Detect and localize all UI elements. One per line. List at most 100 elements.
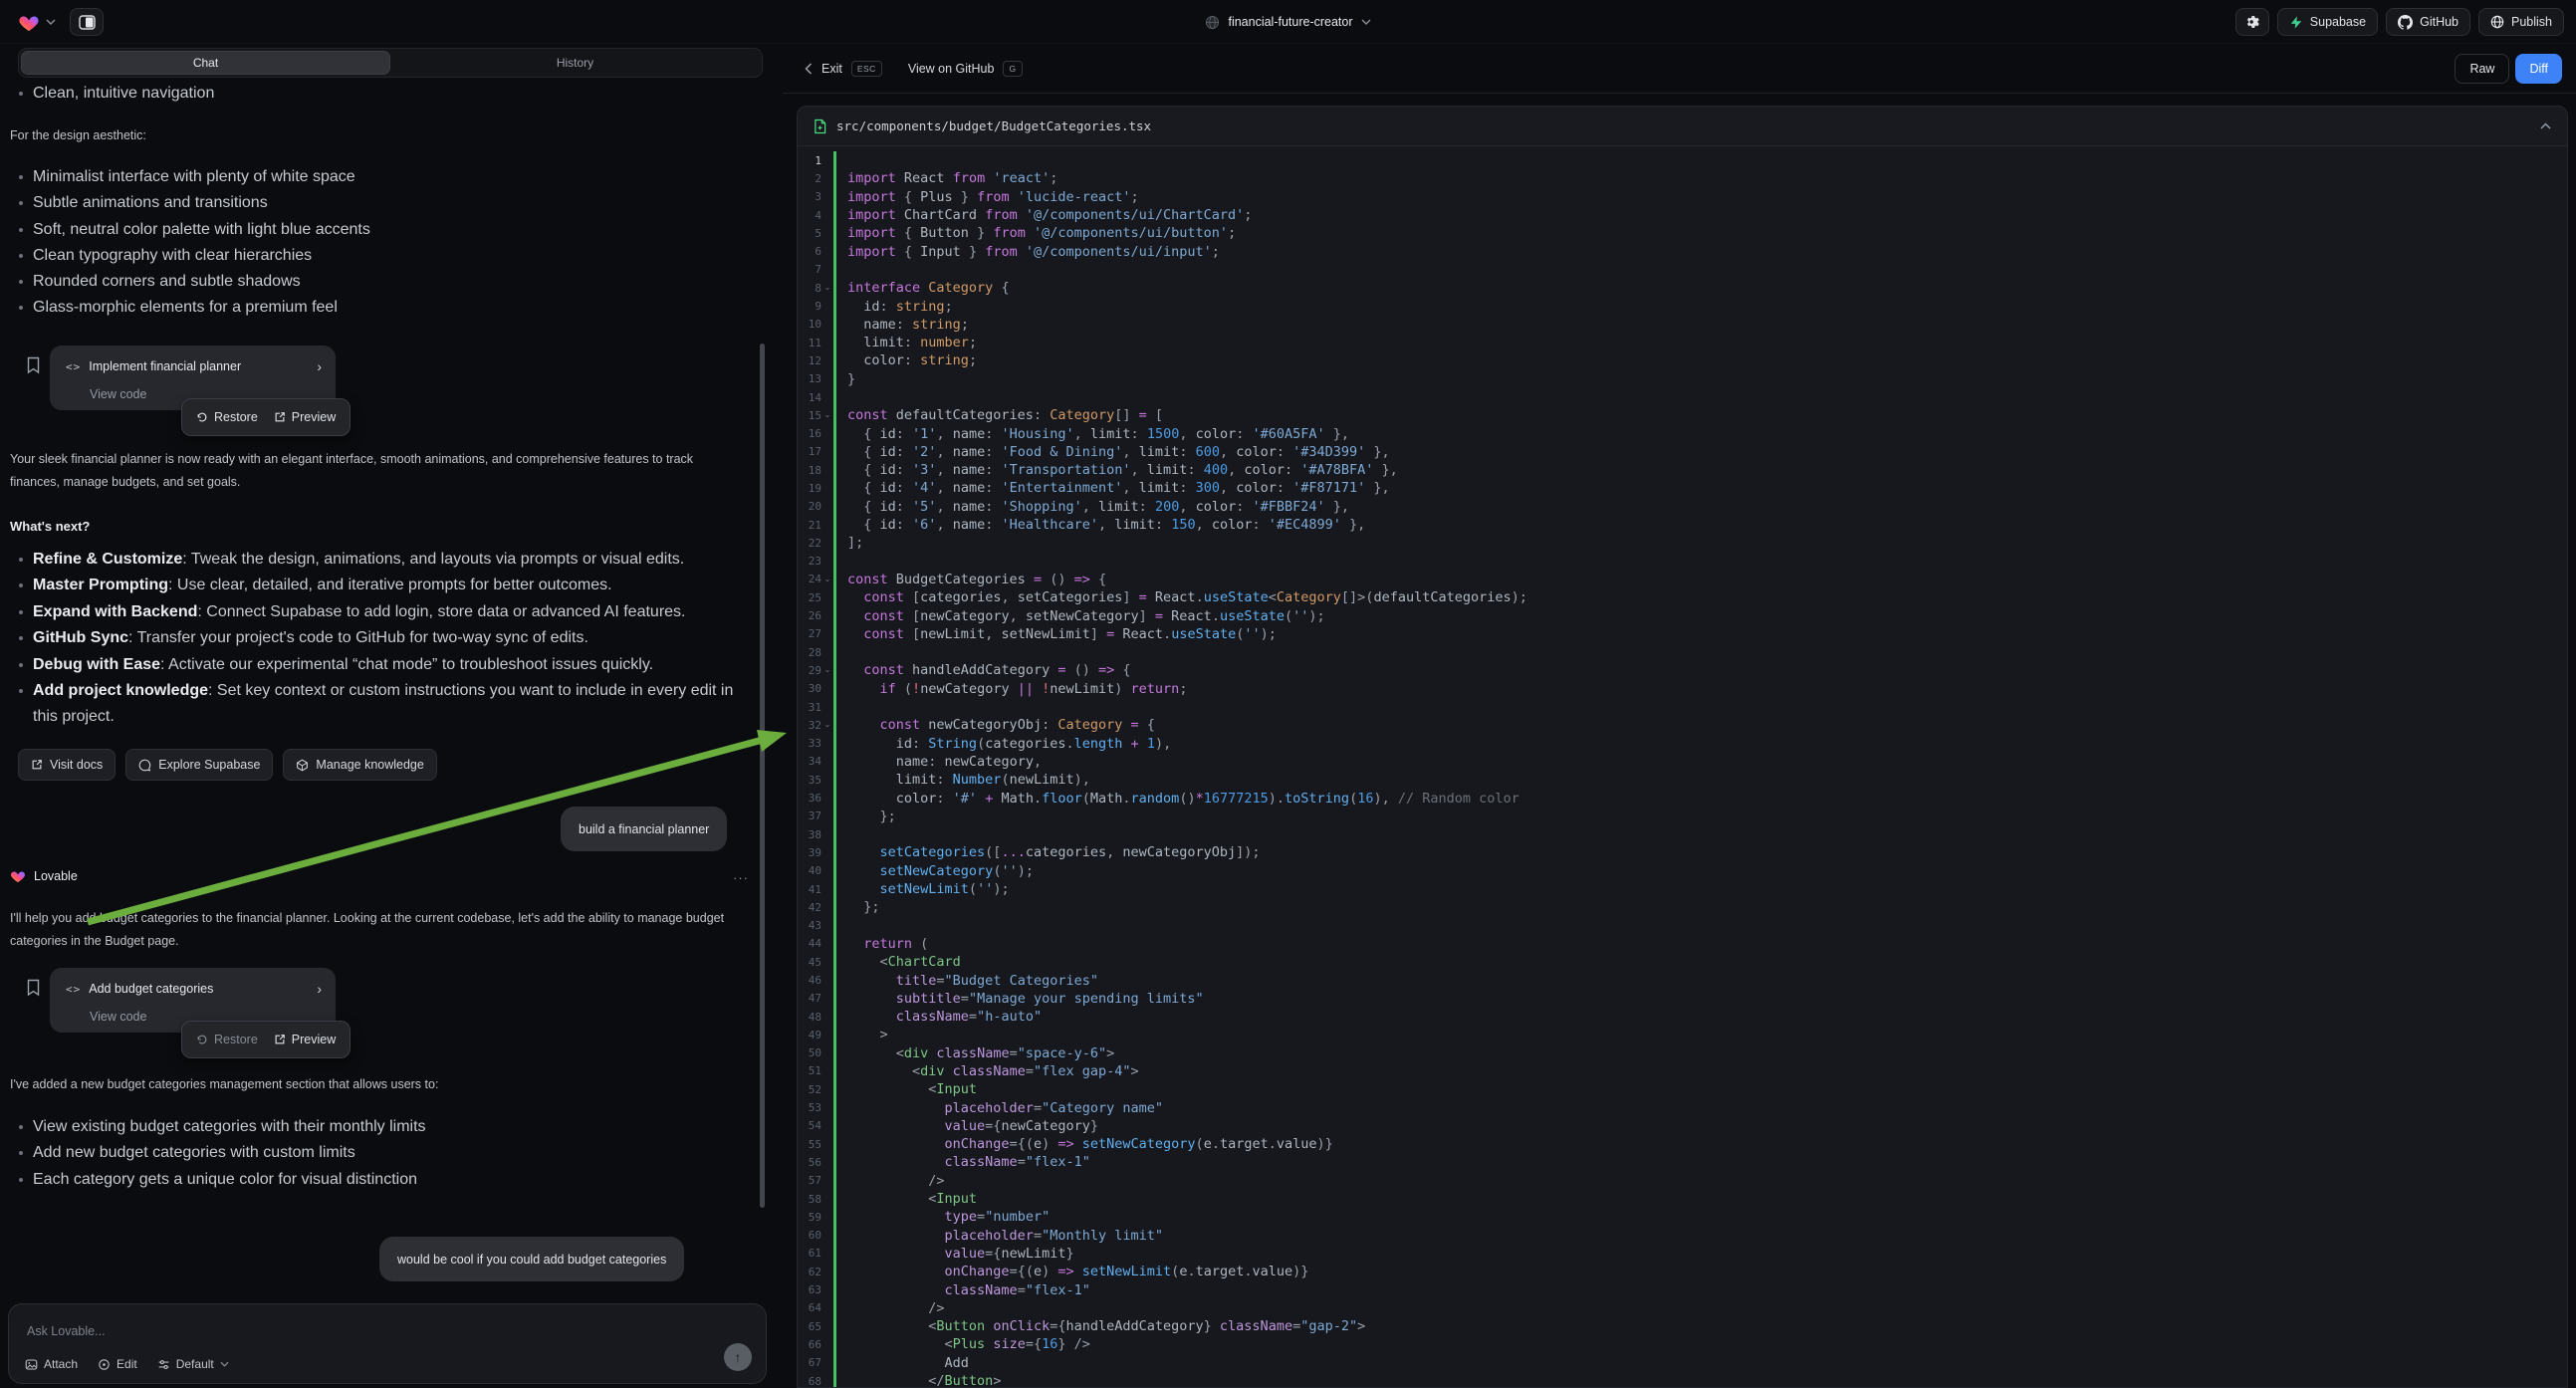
list-item: Add project knowledge: Set key context o… <box>10 678 739 730</box>
code-view-header: Exit ESC View on GitHub G Raw Diff <box>783 44 2576 94</box>
diff-added-bar <box>833 588 836 606</box>
code-line: 18 { id: '3', name: 'Transportation', li… <box>798 461 2567 479</box>
diff-toggle-button[interactable]: Diff <box>2515 54 2562 84</box>
diff-added-bar <box>833 1317 836 1335</box>
chevron-left-icon <box>805 63 813 75</box>
code-line: 17 { id: '2', name: 'Food & Dining', lim… <box>798 443 2567 461</box>
code-line: 50 <div className="space-y-6"> <box>798 1044 2567 1062</box>
exit-button[interactable]: Exit <box>821 62 842 76</box>
diff-added-bar <box>833 990 836 1008</box>
diff-added-bar <box>833 680 836 698</box>
diff-added-bar <box>833 1354 836 1372</box>
assistant-paragraph: I'll help you add budget categories to t… <box>10 907 749 953</box>
chat-scrollbar[interactable] <box>760 344 765 1208</box>
assistant-name: Lovable <box>34 869 78 883</box>
code-line: 2import React from 'react'; <box>798 169 2567 187</box>
version-title: Implement financial planner <box>89 359 309 373</box>
code-line: 56 className="flex-1" <box>798 1153 2567 1171</box>
code-line: 21 { id: '6', name: 'Healthcare', limit:… <box>798 516 2567 534</box>
diff-added-bar <box>833 334 836 351</box>
project-chevron-icon[interactable] <box>1361 19 1371 25</box>
code-line: 65 <Button onClick={handleAddCategory} c… <box>798 1317 2567 1335</box>
diff-added-bar <box>833 516 836 534</box>
code-line: 10 name: string; <box>798 316 2567 334</box>
bookmark-icon[interactable] <box>26 356 41 374</box>
diff-added-bar <box>833 771 836 789</box>
diff-added-bar <box>833 316 836 334</box>
external-link-icon <box>31 759 43 771</box>
code-line: 66 <Plus size={16} /> <box>798 1335 2567 1353</box>
code-line: 45 <ChartCard <box>798 953 2567 971</box>
mode-selector[interactable]: Default <box>157 1357 229 1371</box>
diff-added-bar <box>833 1153 836 1171</box>
view-on-github-button[interactable]: View on GitHub <box>908 62 995 76</box>
collapse-chevron-up-icon[interactable] <box>2540 122 2551 129</box>
code-line: 24⌄const BudgetCategories = () => { <box>798 571 2567 588</box>
chevron-down-icon <box>220 1361 229 1367</box>
code-line: 37 }; <box>798 808 2567 825</box>
diff-added-bar <box>833 916 836 934</box>
tab-history[interactable]: History <box>390 51 760 75</box>
publish-button[interactable]: Publish <box>2478 8 2564 36</box>
chevron-right-icon[interactable]: › <box>317 981 322 997</box>
preview-button[interactable]: Preview <box>274 1033 336 1046</box>
list-item: Clean, intuitive navigation <box>10 86 747 101</box>
code-line: 16 { id: '1', name: 'Housing', limit: 15… <box>798 424 2567 442</box>
chat-input-box[interactable]: Ask Lovable... Attach Edit Default ↑ <box>8 1303 767 1384</box>
code-line: 19 { id: '4', name: 'Entertainment', lim… <box>798 479 2567 497</box>
diff-added-bar <box>833 242 836 260</box>
settings-button[interactable] <box>2235 8 2269 36</box>
code-line: 9 id: string; <box>798 297 2567 315</box>
supabase-bolt-icon <box>2289 15 2303 30</box>
whats-next-heading: What's next? <box>10 519 755 534</box>
manage-knowledge-button[interactable]: Manage knowledge <box>283 749 436 781</box>
restore-button[interactable]: Restore <box>196 410 258 424</box>
diff-added-bar <box>833 625 836 643</box>
send-button[interactable]: ↑ <box>724 1343 752 1371</box>
fold-chevron-icon: ⌄ <box>821 279 833 297</box>
chevron-right-icon[interactable]: › <box>317 358 322 374</box>
code-line: 7 <box>798 261 2567 279</box>
message-more-button[interactable]: ··· <box>733 870 749 885</box>
code-line: 31 <box>798 698 2567 716</box>
diff-added-bar <box>833 351 836 369</box>
restore-button[interactable]: Restore <box>196 1033 258 1046</box>
preview-button[interactable]: Preview <box>274 410 336 424</box>
code-line: 58 <Input <box>798 1190 2567 1208</box>
code-line: 57 /> <box>798 1172 2567 1190</box>
code-editor[interactable]: 12import React from 'react';3import { Pl… <box>798 146 2567 1388</box>
fold-chevron-icon: ⌄ <box>821 661 833 679</box>
file-header[interactable]: src/components/budget/BudgetCategories.t… <box>798 107 2567 146</box>
code-line: 35 limit: Number(newLimit), <box>798 771 2567 789</box>
edit-button[interactable]: Edit <box>98 1357 137 1371</box>
raw-toggle-button[interactable]: Raw <box>2455 54 2509 84</box>
external-link-icon <box>274 411 286 423</box>
supabase-button[interactable]: Supabase <box>2277 8 2378 36</box>
diff-added-bar <box>833 643 836 661</box>
diff-added-bar <box>833 1190 836 1208</box>
bookmark-icon[interactable] <box>26 979 41 997</box>
github-button[interactable]: GitHub <box>2386 8 2470 36</box>
user-message: build a financial planner <box>561 807 727 851</box>
code-line: 46 title="Budget Categories" <box>798 971 2567 989</box>
file-path: src/components/budget/BudgetCategories.t… <box>836 118 2540 133</box>
visit-docs-button[interactable]: Visit docs <box>18 749 116 781</box>
code-line: 15⌄const defaultCategories: Category[] =… <box>798 406 2567 424</box>
code-line: 60 placeholder="Monthly limit" <box>798 1227 2567 1245</box>
design-intro: For the design aesthetic: <box>10 124 755 147</box>
code-line: 47 subtitle="Manage your spending limits… <box>798 990 2567 1008</box>
list-item: Refine & Customize: Tweak the design, an… <box>10 547 739 573</box>
project-title[interactable]: financial-future-creator <box>1228 15 1352 29</box>
attach-button[interactable]: Attach <box>25 1357 78 1371</box>
code-line: 39 setCategories([...categories, newCate… <box>798 843 2567 861</box>
list-item: Minimalist interface with plenty of whit… <box>10 169 747 184</box>
list-item: Glass-morphic elements for a premium fee… <box>10 300 747 315</box>
code-line: 40 setNewCategory(''); <box>798 862 2567 880</box>
tab-chat[interactable]: Chat <box>21 51 390 75</box>
diff-added-bar <box>833 261 836 279</box>
diff-added-bar <box>833 753 836 771</box>
diff-added-bar <box>833 1008 836 1026</box>
new-file-icon <box>814 118 826 134</box>
diff-added-bar <box>833 1208 836 1226</box>
explore-supabase-button[interactable]: Explore Supabase <box>125 749 273 781</box>
